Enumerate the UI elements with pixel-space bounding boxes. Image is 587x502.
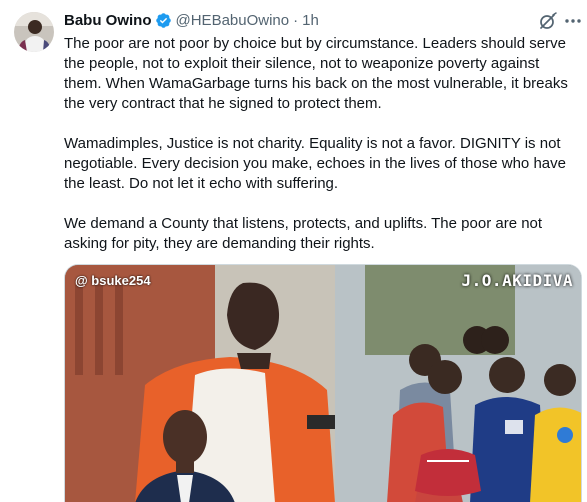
media-watermark-right: J.O.AKIDIVA <box>461 271 573 290</box>
avatar[interactable] <box>14 12 54 52</box>
author-handle[interactable]: @HEBabuOwino <box>176 12 290 29</box>
tweet-paragraph: The poor are not poor by choice but by c… <box>64 35 568 112</box>
media-watermark-left: @ bsuke254 <box>75 273 151 288</box>
tweet-header: Babu Owino @HEBabuOwino · 1h <box>64 9 319 31</box>
grok-icon[interactable] <box>538 11 558 31</box>
author-display-name[interactable]: Babu Owino <box>64 12 152 29</box>
tweet-paragraph: Wamadimples, Justice is not charity. Equ… <box>64 135 566 192</box>
tweet-paragraph: We demand a County that listens, protect… <box>64 215 543 252</box>
verified-badge-icon <box>155 12 172 29</box>
tweet-text: The poor are not poor by choice but by c… <box>64 34 580 254</box>
tweet-media[interactable]: @ bsuke254 J.O.AKIDIVA <box>64 264 582 502</box>
header-separator: · <box>293 11 299 29</box>
more-options-icon[interactable] <box>563 11 583 31</box>
tweet-card[interactable]: Babu Owino @HEBabuOwino · 1h The poor ar… <box>0 0 587 502</box>
tweet-timestamp[interactable]: 1h <box>302 12 319 29</box>
